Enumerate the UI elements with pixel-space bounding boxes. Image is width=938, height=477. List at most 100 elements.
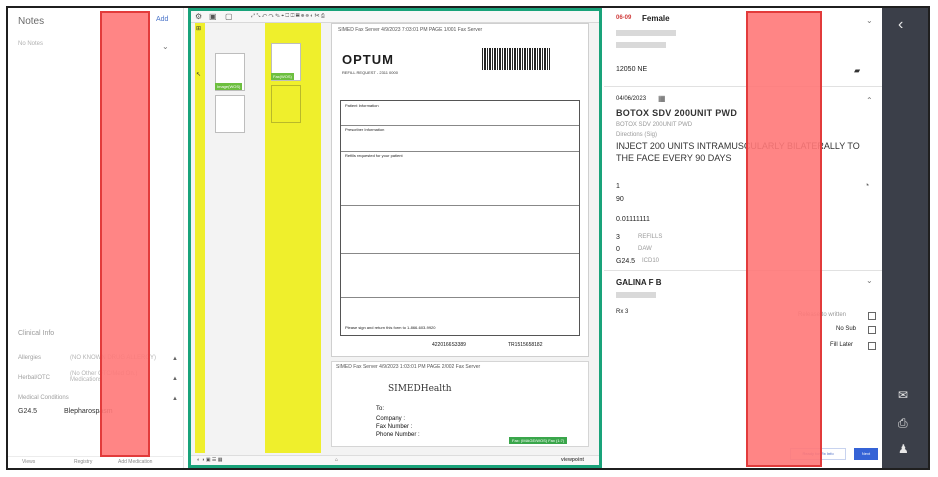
redaction-box [100,11,150,457]
fax-phone-label: Phone Number : [376,432,420,438]
barcode [482,48,550,70]
simed-logo: SIMEDHealth [388,384,452,394]
medical-conditions-label: Medical Conditions [18,395,69,401]
fax-header-line: SIMED Fax Server 4/9/2023 7:03:01 PM PAG… [338,27,483,33]
calendar-icon[interactable]: ▦ [658,94,666,103]
diagnosis-value: G24.5 [616,258,636,265]
optum-logo: OPTUM [342,52,394,67]
allergies-label: Allergies [18,355,42,361]
bell-icon[interactable]: ♟ [898,442,909,456]
redacted-field [616,292,656,298]
daw-label: DAW [638,246,652,252]
daw-value: 0 [616,246,620,253]
green-status-badge: Fax: (IMAGE/WOS) Fax (1:7) [509,437,568,444]
footer-registry[interactable]: Registry [74,459,92,465]
fax-to-label: To: [376,406,385,412]
diagnosis-label: ICD10 [642,258,660,264]
days-supply-value: 90 [616,196,624,203]
form-rule [341,151,579,152]
fax-page-1: SIMED Fax Server 4/9/2023 7:03:01 PM PAG… [331,23,589,357]
redaction-box [746,11,822,467]
form-section: Refills requested for your patient [345,153,403,158]
gear-icon[interactable]: ⚙ [195,12,202,21]
page-thumbnail[interactable] [271,85,301,123]
thumbnail-highlight-left: ⊞ ↖ [195,23,205,453]
viewer-toolbar: ⚙ ▣ ▢ ⤢ ⤡ ↶ ↷ ✎ ⌖ ☐ ◫ ▤ ⊕ ⊖ ◐ ✂ ⎙ [191,11,599,23]
fax-number-label: Fax Number : [376,424,413,430]
history-icon[interactable]: ◔ [864,180,869,190]
fax-page-2: SIMED Fax Server 4/9/2023 1:03:01 PM PAG… [331,361,589,447]
refills-label: REFILLS [638,234,663,240]
prescriber-name: GALINA F B [616,278,662,287]
delivery-truck-icon: ▰ [854,66,861,75]
add-note-link[interactable]: Add [156,16,168,23]
thumb-tag: Fax(WOS) [271,73,294,80]
chevron-left-icon[interactable]: ‹ [898,16,903,34]
viewer-footer: ◐ ◑ ▣ ☰ ▦ ⌂ viewpoint [191,455,599,465]
thumb-nav-icon[interactable]: ⊞ [196,25,201,32]
divider [604,270,882,271]
divider [604,86,882,87]
form-section: Please sign and return this form to 1-86… [345,325,436,330]
ndc-value: 0.01111111 [616,216,650,223]
chevron-down-icon[interactable]: ⌄ [162,42,169,51]
notes-panel: Notes Add No Notes ⌄ Clinical Info Aller… [8,8,184,468]
chevron-up-icon[interactable]: ▲ [172,396,178,402]
app-frame: Notes Add No Notes ⌄ Clinical Info Aller… [6,6,930,470]
toolbar-tools[interactable]: ⤢ ⤡ ↶ ↷ ✎ ⌖ ☐ ◫ ▤ ⊕ ⊖ ◐ ✂ ⎙ [251,13,325,19]
left-footer: Views Registry Add Medication [8,456,184,468]
drug-name: BOTOX SDV 200UNIT PWD [616,108,738,118]
fax-number-right: TR1515658182 [508,342,543,348]
save-icon[interactable]: ▣ [209,12,217,21]
document-viewer: ⚙ ▣ ▢ ⤢ ⤡ ↶ ↷ ✎ ⌖ ☐ ◫ ▤ ⊕ ⊖ ◐ ✂ ⎙ ⊞ ↖ Im… [188,8,602,468]
inbox-icon[interactable]: ✉ [898,388,908,402]
chevron-down-icon[interactable]: ⌄ [866,16,873,25]
viewpoint-brand: viewpoint [561,457,585,463]
cursor-icon[interactable]: ↖ [196,71,201,78]
patient-address: 12050 NE [616,66,648,73]
fax-header-line-2: SIMED Fax Server 4/9/2023 1:03:01 PM PAG… [336,364,481,370]
form-rule [341,125,579,126]
directions-label: Directions (Sig) [616,132,658,138]
next-button[interactable]: Next [854,448,878,460]
rx-date: 04/06/2023 [616,96,647,102]
fill-later-checkbox[interactable] [868,342,876,350]
fax-number-left: 4220166S3389 [432,342,466,348]
footer-views[interactable]: Views [22,459,35,465]
right-rail: ‹ ✉ ⎙ ♟ [882,8,928,468]
form-section: Patient Information [345,103,379,108]
home-icon[interactable]: ⌂ [335,457,338,463]
page-icon[interactable]: ▢ [225,12,233,21]
no-sub-checkbox[interactable] [868,326,876,334]
release-checkbox[interactable] [868,312,876,320]
footer-add-medication[interactable]: Add Medication [118,459,152,465]
chevron-up-icon[interactable]: ⌃ [866,96,873,105]
no-sub-label: No Sub [836,326,857,332]
viewer-bottom-tools[interactable]: ◐ ◑ ▣ ☰ ▦ [197,457,223,463]
form-section: Prescriber Information [345,127,385,132]
refill-form: Patient Information Prescriber Informati… [340,100,580,336]
chevron-up-icon[interactable]: ▲ [172,376,178,382]
notes-title: Notes [18,16,45,27]
sig-text: INJECT 200 UNITS INTRAMUSCULARLY BILATER… [616,141,860,163]
form-rule [341,297,579,298]
redacted-field [616,42,666,48]
form-rule [341,253,579,254]
print-icon[interactable]: ⎙ [898,416,908,431]
herbal-otc-label: Herbal/OTC [18,375,51,381]
rx-panel: 06-09 Female 12050 NE ⌄ ▰ 04/06/2023 ▦ ⌃… [604,8,882,468]
chevron-down-icon[interactable]: ⌄ [866,276,873,285]
clinical-info-title: Clinical Info [18,330,55,337]
rx-number: Rx 3 [616,309,629,315]
patient-gender: Female [642,14,670,23]
quantity-value: 1 [616,183,620,190]
page-thumbnail[interactable] [215,95,245,133]
thumb-tag: Image(WOS) [215,83,243,90]
form-rule [341,205,579,206]
condition-code: G24.5 [18,408,38,415]
refills-value: 3 [616,234,620,241]
refill-title: REFILL REQUEST - 2311 0000 [342,70,398,75]
no-notes-text: No Notes [18,41,44,47]
redacted-field [616,30,676,36]
chevron-up-icon[interactable]: ▲ [172,356,178,362]
